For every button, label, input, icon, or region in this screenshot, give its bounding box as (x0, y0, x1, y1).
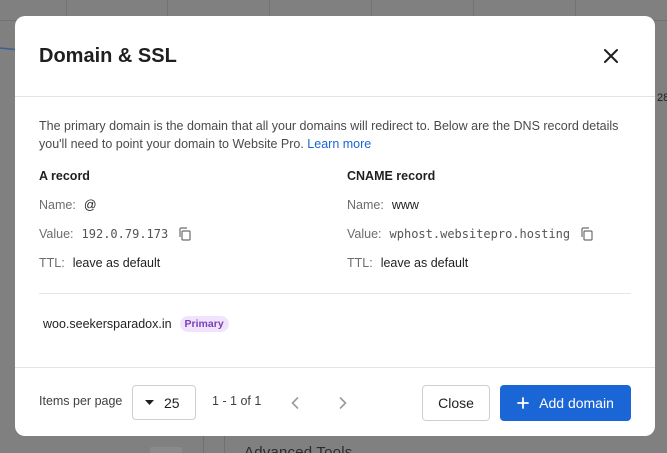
field-label: TTL: (347, 256, 373, 270)
items-per-page-select[interactable]: 25 (132, 385, 196, 420)
dns-records: A record Name: @ Value: 192.0.79.173 TTL… (39, 169, 631, 281)
close-button[interactable]: Close (422, 385, 490, 421)
next-page-button[interactable] (333, 393, 353, 413)
copy-icon (179, 227, 191, 241)
pagination-range: 1 - 1 of 1 (212, 394, 262, 408)
field-value: @ (83, 198, 97, 212)
field-value: leave as default (380, 256, 469, 270)
previous-page-button[interactable] (285, 393, 305, 413)
copy-icon (581, 227, 593, 241)
dialog-body: The primary domain is the domain that al… (15, 97, 655, 281)
add-domain-button[interactable]: Add domain (500, 385, 631, 421)
field-label: Value: (347, 227, 382, 241)
learn-more-link[interactable]: Learn more (307, 137, 371, 151)
dialog-footer: Items per page 25 1 - 1 of 1 Close Add d… (15, 367, 655, 436)
field-value: www (391, 198, 419, 212)
dialog-close-button[interactable] (595, 44, 627, 68)
a-record-name-row: Name: @ (39, 196, 191, 214)
items-per-page-value: 25 (164, 394, 180, 411)
items-per-page-label: Items per page (39, 394, 123, 408)
cname-record-name-row: Name: www (347, 196, 593, 214)
domain-name: woo.seekersparadox.in (43, 317, 172, 331)
field-value: 192.0.79.173 (81, 227, 169, 241)
field-label: Name: (39, 198, 76, 212)
section-divider (39, 293, 631, 294)
chevron-right-icon (339, 397, 347, 409)
field-value: leave as default (72, 256, 161, 270)
plus-icon (517, 397, 530, 409)
field-label: Name: (347, 198, 384, 212)
cname-record-value-row: Value: wphost.websitepro.hosting (347, 225, 593, 243)
cname-record: CNAME record Name: www Value: wphost.web… (347, 169, 593, 283)
field-label: TTL: (39, 256, 65, 270)
a-record: A record Name: @ Value: 192.0.79.173 TTL… (39, 169, 191, 283)
field-label: Value: (39, 227, 74, 241)
chevron-left-icon (291, 397, 299, 409)
a-record-title: A record (39, 169, 90, 183)
close-icon (604, 49, 618, 63)
dialog-title: Domain & SSL (39, 45, 177, 67)
cname-record-title: CNAME record (347, 169, 436, 183)
primary-badge: Primary (179, 316, 229, 332)
add-domain-label: Add domain (539, 395, 614, 411)
caret-down-icon (145, 399, 154, 405)
domain-ssl-dialog: Domain & SSL The primary domain is the d… (15, 16, 655, 436)
copy-cname-record-button[interactable] (580, 227, 593, 241)
a-record-value-row: Value: 192.0.79.173 (39, 225, 191, 243)
bg-divider (224, 436, 225, 453)
bg-divider (203, 436, 204, 453)
copy-a-record-button[interactable] (178, 227, 191, 241)
intro-text: The primary domain is the domain that al… (39, 117, 639, 153)
list-item[interactable]: woo.seekersparadox.in Primary (43, 316, 229, 332)
bg-control (150, 447, 182, 453)
dialog-header: Domain & SSL (15, 16, 655, 97)
bg-section-heading: Advanced Tools (244, 444, 353, 453)
field-value: wphost.websitepro.hosting (389, 227, 571, 241)
cname-record-ttl-row: TTL: leave as default (347, 254, 593, 272)
a-record-ttl-row: TTL: leave as default (39, 254, 191, 272)
bg-peek-text: 28 (657, 92, 667, 104)
